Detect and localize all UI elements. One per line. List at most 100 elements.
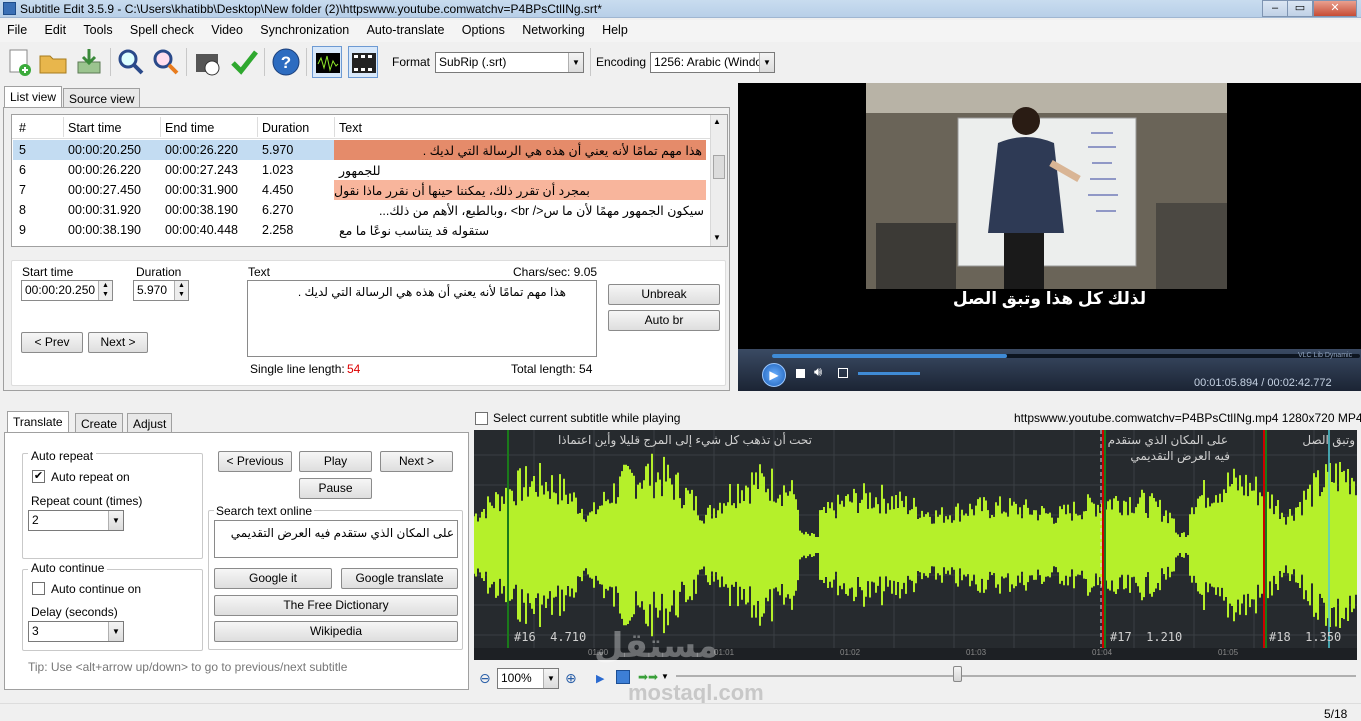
delay-select[interactable]: 3 ▼ [28, 621, 124, 642]
select-while-playing-checkbox[interactable] [475, 412, 488, 425]
cell-end: 00:00:40.448 [165, 223, 238, 237]
auto-continue-checkbox[interactable] [32, 582, 45, 595]
help-icon[interactable]: ? [271, 46, 301, 78]
video-seek-bar[interactable] [772, 354, 1360, 358]
cell-number: 5 [19, 143, 26, 157]
volume-icon[interactable]: 🔊︎ [814, 364, 822, 380]
waveform-segment-text: فيه العرض التقديمي [1130, 449, 1230, 463]
spinner-icon[interactable]: ▲ ▼ [174, 281, 188, 300]
play-button[interactable]: Play [299, 451, 372, 472]
minimize-button[interactable]: – [1262, 0, 1288, 17]
format-select[interactable]: SubRip (.srt) ▼ [435, 52, 584, 73]
tab-list-view[interactable]: List view [4, 86, 63, 108]
tab-create[interactable]: Create [75, 413, 124, 433]
start-time-input[interactable]: 00:00:20.250 ▲ ▼ [21, 280, 113, 301]
pause-button[interactable]: Pause [299, 478, 372, 499]
free-dictionary-button[interactable]: The Free Dictionary [214, 595, 458, 616]
visual-sync-icon[interactable] [193, 46, 223, 78]
tab-translate[interactable]: Translate [7, 411, 69, 433]
subtitle-text-input[interactable]: هذا مهم تمامًا لأنه يعني أن هذه هي الرسا… [247, 280, 597, 357]
delay-value: 3 [32, 624, 39, 638]
menu-edit[interactable]: Edit [38, 20, 74, 40]
col-header-duration[interactable]: Duration [262, 121, 309, 135]
chevron-down-icon: ▼ [759, 53, 774, 72]
menu-networking[interactable]: Networking [515, 20, 592, 40]
maximize-button[interactable]: ▭ [1287, 0, 1313, 17]
video-time: 00:01:05.894 / 00:02:42.772 [1194, 377, 1332, 389]
search-text-input[interactable]: على المكان الذي ستقدم فيه العرض التقديمي [214, 520, 458, 558]
google-translate-button[interactable]: Google translate [341, 568, 458, 589]
table-row[interactable]: 5 00:00:20.250 00:00:26.220 5.970 هذا مه… [13, 140, 706, 160]
encoding-label: Encoding [596, 55, 647, 69]
menu-video[interactable]: Video [204, 20, 250, 40]
segment-label-17: #17 1.210 [1110, 630, 1183, 644]
next-subtitle-button[interactable]: Next > [380, 451, 453, 472]
save-icon[interactable] [74, 46, 104, 78]
scroll-down-icon[interactable]: ▼ [713, 233, 721, 242]
spell-check-icon[interactable] [229, 46, 259, 78]
cell-end: 00:00:27.243 [165, 163, 238, 177]
menu-spell-check[interactable]: Spell check [123, 20, 201, 40]
repeat-count-select[interactable]: 2 ▼ [28, 510, 124, 531]
stop-icon[interactable] [796, 369, 805, 378]
google-it-button[interactable]: Google it [214, 568, 332, 589]
menu-tools[interactable]: Tools [76, 20, 119, 40]
duration-input[interactable]: 5.970 ▲ ▼ [133, 280, 189, 301]
start-time-value: 00:00:20.250 [25, 283, 96, 297]
col-header-end[interactable]: End time [165, 121, 214, 135]
replace-icon[interactable] [150, 46, 180, 78]
auto-br-button[interactable]: Auto br [608, 310, 720, 331]
slider-thumb[interactable] [953, 666, 962, 682]
col-header-text[interactable]: Text [339, 121, 362, 135]
col-header-number[interactable]: # [19, 121, 26, 135]
video-player[interactable]: لذلك كل هذا وتبق الصل VLC Lib Dynamic ▶ … [738, 83, 1361, 391]
table-scrollbar[interactable]: ▲ ▼ [710, 115, 727, 246]
scroll-thumb[interactable] [713, 155, 725, 179]
video-toggle-icon[interactable] [348, 46, 378, 78]
tick-label: 01:05 [1218, 648, 1239, 657]
tick-label: 01:04 [1092, 648, 1113, 657]
auto-continue-on-label: Auto continue on [51, 582, 142, 596]
select-while-playing-label: Select current subtitle while playing [493, 411, 681, 425]
table-row[interactable]: 9 00:00:38.190 00:00:40.448 2.258 ستقوله… [13, 220, 706, 240]
close-button[interactable]: ✕ [1313, 0, 1357, 17]
zoom-out-icon[interactable]: ⊖ [479, 670, 491, 687]
encoding-select[interactable]: 1256: Arabic (Windows) ▼ [650, 52, 775, 73]
menu-file[interactable]: File [0, 20, 34, 40]
waveform-segment-text: على المكان الذي ستقدم [1107, 433, 1228, 447]
unbreak-button[interactable]: Unbreak [608, 284, 720, 305]
single-line-length-label: Single line length: [250, 362, 345, 376]
tab-adjust[interactable]: Adjust [127, 413, 173, 433]
table-row[interactable]: 7 00:00:27.450 00:00:31.900 4.450 بمجرد … [13, 180, 706, 200]
previous-button[interactable]: < Previous [218, 451, 292, 472]
col-header-start[interactable]: Start time [68, 121, 122, 135]
scroll-up-icon[interactable]: ▲ [713, 117, 721, 126]
subtitle-table[interactable]: # Start time End time Duration Text 5 00… [11, 114, 728, 247]
menu-help[interactable]: Help [595, 20, 635, 40]
prev-button[interactable]: < Prev [21, 332, 83, 353]
next-button[interactable]: Next > [88, 332, 148, 353]
auto-repeat-checkbox[interactable]: ✔ [32, 470, 45, 483]
waveform-position-slider[interactable] [676, 675, 1356, 677]
tab-source-view[interactable]: Source view [63, 88, 141, 108]
play-selection-icon[interactable]: ▶ [596, 672, 604, 685]
toolbar: ? Format SubRip (.srt) ▼ Encoding 1256: A… [0, 42, 1361, 82]
find-icon[interactable] [115, 46, 145, 78]
table-row[interactable]: 8 00:00:31.920 00:00:38.190 6.270 سيكون … [13, 200, 706, 220]
cell-end: 00:00:38.190 [165, 203, 238, 217]
waveform-toggle-icon[interactable] [312, 46, 342, 78]
zoom-select[interactable]: 100% ▼ [497, 668, 559, 689]
zoom-in-icon[interactable]: ⊕ [565, 670, 577, 687]
fullscreen-icon[interactable] [838, 368, 848, 378]
spinner-icon[interactable]: ▲ ▼ [98, 281, 112, 300]
volume-slider[interactable] [858, 372, 920, 375]
new-file-icon[interactable] [4, 46, 34, 78]
menu-options[interactable]: Options [455, 20, 512, 40]
table-row[interactable]: 6 00:00:26.220 00:00:27.243 1.023 للجمهو… [13, 160, 706, 180]
play-icon[interactable]: ▶ [762, 363, 786, 387]
menu-synchronization[interactable]: Synchronization [253, 20, 356, 40]
open-folder-icon[interactable] [38, 46, 68, 78]
wikipedia-button[interactable]: Wikipedia [214, 621, 458, 642]
menu-auto-translate[interactable]: Auto-translate [360, 20, 452, 40]
chevron-down-icon: ▼ [543, 669, 558, 688]
